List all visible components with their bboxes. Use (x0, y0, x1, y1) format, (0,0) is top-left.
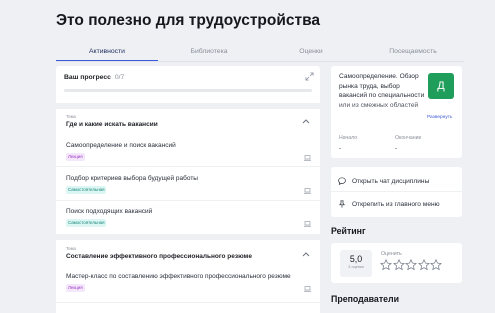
activity-title[interactable]: Поиск подходящих вакансий (66, 208, 152, 215)
expand-icon[interactable] (305, 72, 314, 81)
description-fade (339, 102, 427, 120)
page-title: Это полезно для трудоустройства (56, 12, 321, 29)
star-icon[interactable] (430, 259, 442, 271)
end-label: Окончание (395, 135, 422, 141)
topic-caption: Тема (66, 114, 76, 119)
tabs-bar: Активности Библиотека Оценки Посещаемост… (56, 44, 464, 62)
laptop-icon (304, 188, 311, 194)
rating-count: 3 оценки (348, 265, 364, 269)
unpin-label: Открепить из главного меню (352, 200, 440, 208)
start-value: - (339, 145, 342, 152)
star-icon[interactable] (392, 259, 405, 271)
rating-heading: Рейтинг (331, 226, 366, 236)
rating-value: 5,0 (349, 254, 363, 264)
actions-divider (331, 191, 462, 192)
rate-label: Оценить (381, 251, 402, 257)
activity-type-badge: Лекция (66, 153, 85, 161)
row-divider (56, 200, 320, 201)
chat-bubble-icon (338, 177, 346, 185)
star-icon[interactable] (380, 259, 392, 271)
expand-link[interactable]: Развернуть (427, 115, 452, 120)
teachers-heading: Преподаватели (331, 294, 400, 304)
tabs-divider (56, 61, 464, 62)
unpin-button[interactable]: Открепить из главного меню (338, 197, 440, 211)
topic-title: Составление эффективного профессионально… (66, 253, 252, 260)
chevron-up-icon[interactable] (302, 119, 310, 124)
start-label: Начало (339, 135, 358, 141)
laptop-icon (304, 221, 311, 227)
topic-title: Где и какие искать вакансии (66, 121, 158, 128)
row-divider (56, 302, 320, 303)
rating-summary: 5,0 3 оценки (340, 250, 372, 277)
tab-library[interactable]: Библиотека (158, 44, 260, 62)
topic-caption: Тема (66, 246, 76, 251)
star-icon[interactable] (405, 259, 417, 271)
tab-activities[interactable]: Активности (56, 44, 158, 62)
laptop-icon (304, 155, 311, 161)
end-value: - (395, 145, 398, 152)
activity-title[interactable]: Подбор критериев выбора будущей работы (66, 175, 198, 182)
avatar: Д (428, 73, 454, 99)
progress-count: 0/7 (114, 74, 125, 81)
activities-card: Ваш прогресс 0/7 Тема Где и какие искать … (56, 66, 320, 313)
section-divider (56, 234, 320, 240)
chevron-up-icon[interactable] (302, 252, 310, 257)
open-chat-button[interactable]: Открыть чат дисциплины (338, 174, 429, 188)
star-icon[interactable] (417, 259, 430, 271)
activity-title[interactable]: Мастер-класс по составлению эффективного… (66, 273, 291, 280)
progress-label: Ваш прогресс (64, 74, 111, 81)
tab-attendance[interactable]: Посещаемость (362, 44, 464, 62)
activity-type-badge: Самостоятельная (66, 186, 107, 194)
activity-title[interactable]: Самоопределение и поиск вакансий (66, 142, 176, 149)
star-rating-input[interactable] (380, 259, 443, 271)
progress-title: Ваш прогресс 0/7 (64, 74, 124, 81)
section-divider (56, 103, 320, 109)
activity-type-badge: Лекция (66, 284, 85, 292)
actions-card: Открыть чат дисциплины Открепить из глав… (331, 167, 462, 217)
row-divider (56, 166, 320, 167)
rating-card: 5,0 3 оценки Оценить (331, 243, 462, 283)
open-chat-label: Открыть чат дисциплины (352, 177, 430, 185)
pin-icon (339, 200, 345, 208)
laptop-icon (304, 286, 311, 292)
activity-type-badge: Самостоятельная (66, 219, 107, 227)
course-info-card: Самоопределение. Обзор рынка труда, выбо… (331, 66, 462, 158)
progress-bar (64, 89, 312, 92)
tab-grades[interactable]: Оценки (260, 44, 362, 62)
